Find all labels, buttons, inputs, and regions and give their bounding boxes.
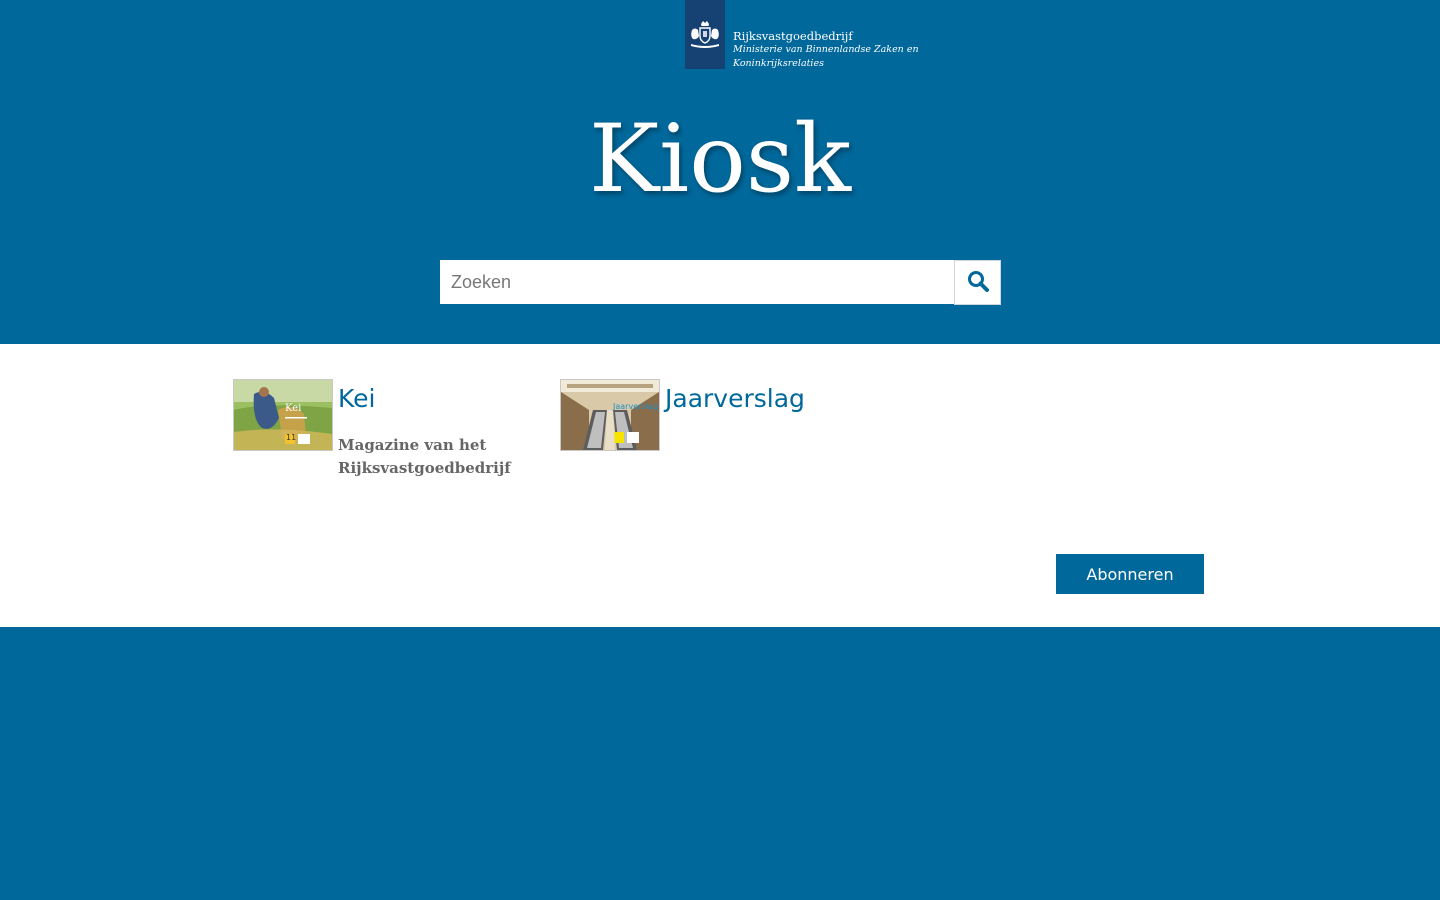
ministry-name-line2: Koninkrijksrelaties xyxy=(733,58,824,69)
publications-section: Kei 11 Kei Magazine van het Rijksvastgoe… xyxy=(0,344,1440,627)
jaarverslag-cover-thumbnail[interactable]: Jaarverslag xyxy=(560,379,660,451)
search-form xyxy=(440,260,1001,305)
jaarverslag-title-link[interactable]: Jaarverslag xyxy=(665,382,805,416)
subscribe-button[interactable]: Abonneren xyxy=(1056,554,1204,594)
site-header: Rijksvastgoedbedrijf Ministerie van Binn… xyxy=(0,0,1440,344)
kei-cover-thumbnail[interactable]: Kei 11 xyxy=(233,379,333,451)
jaarverslag-cover-title: Jaarverslag xyxy=(613,402,658,411)
crest-icon xyxy=(685,0,725,69)
search-input[interactable] xyxy=(440,260,954,304)
search-icon xyxy=(967,270,989,295)
logo-text: Rijksvastgoedbedrijf Ministerie van Binn… xyxy=(733,29,919,71)
page-title: Kiosk xyxy=(588,105,852,214)
kei-description: Magazine van het Rijksvastgoedbedrijf xyxy=(338,436,511,477)
search-button[interactable] xyxy=(954,260,1001,305)
site-footer xyxy=(0,627,1440,900)
ministry-name-line1: Ministerie van Binnenlandse Zaken en xyxy=(733,44,919,55)
organization-name: Rijksvastgoedbedrijf xyxy=(733,29,853,43)
kei-cover-number: 11 xyxy=(286,433,297,442)
kei-title-link[interactable]: Kei xyxy=(338,382,375,416)
kei-cover-title: Kei xyxy=(285,403,302,414)
